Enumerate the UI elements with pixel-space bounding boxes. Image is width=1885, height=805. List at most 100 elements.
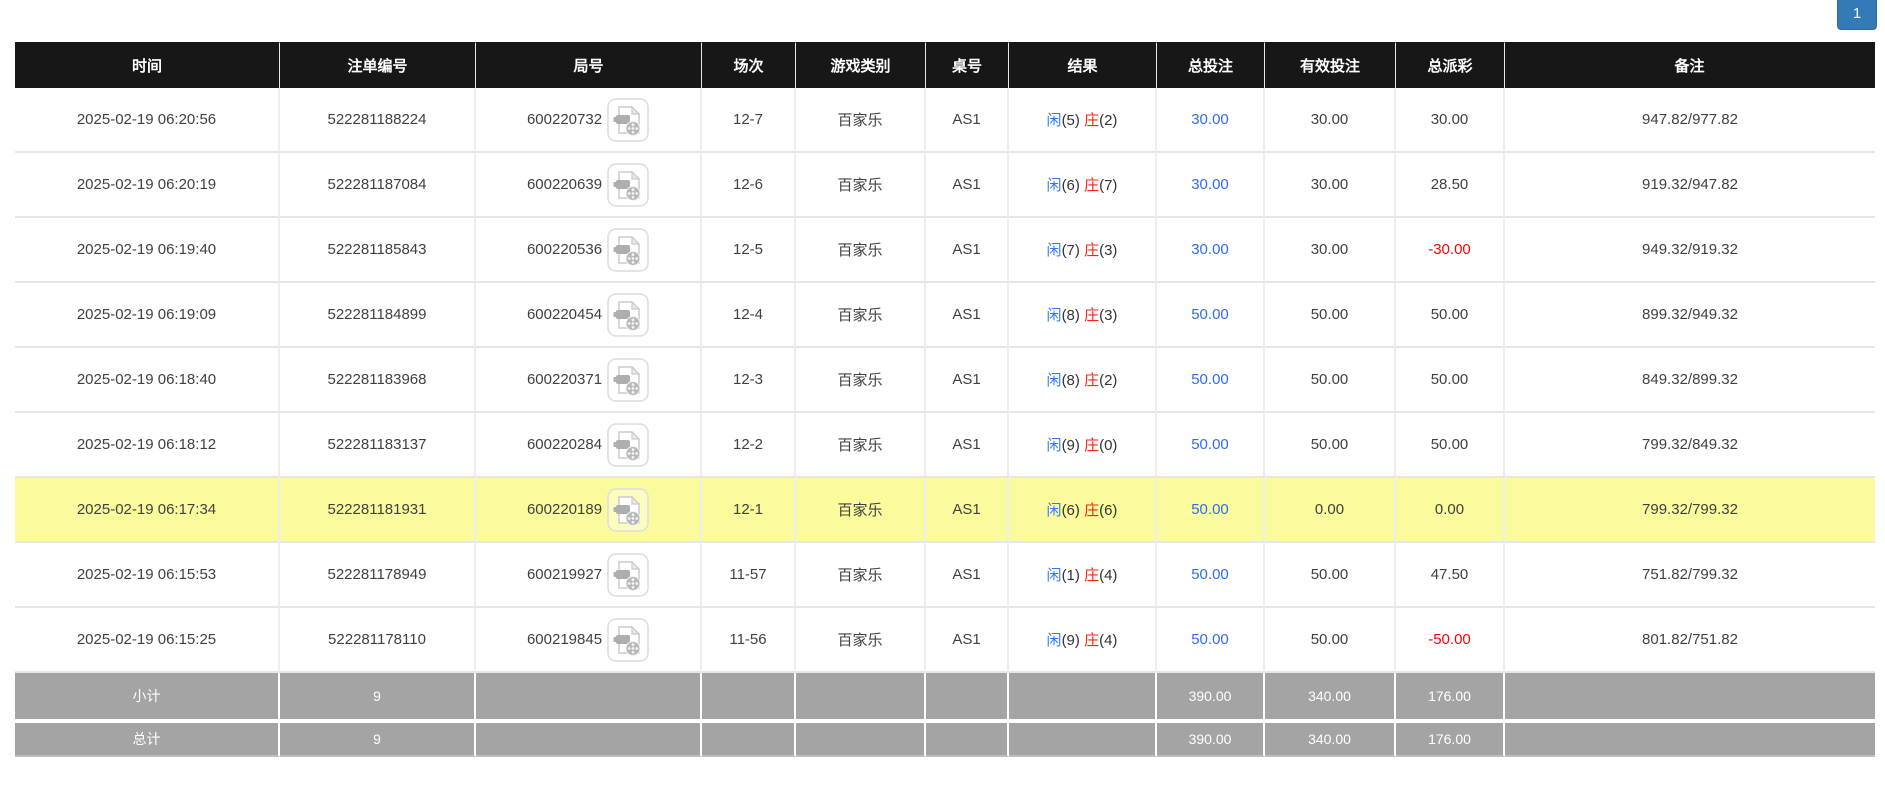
payout-value: -30.00: [1428, 241, 1471, 258]
time-cell: 2025-02-19 06:20:56: [15, 88, 280, 153]
valid-bet-cell: 30.00: [1265, 153, 1396, 218]
result-player-points: (9): [1061, 437, 1080, 454]
summary-total-bet: 390.00: [1157, 719, 1265, 757]
col-round-no: 局号: [476, 42, 702, 88]
table-row: 2025-02-19 06:15:53 522281178949 6002199…: [15, 543, 1875, 608]
total-bet-link[interactable]: 50.00: [1191, 371, 1229, 388]
result-player-points: (9): [1061, 632, 1080, 649]
time-cell: 2025-02-19 06:18:40: [15, 348, 280, 413]
result-player-points: (8): [1061, 307, 1080, 324]
result-banker-label: 庄: [1084, 567, 1100, 584]
result-banker-points: (2): [1099, 112, 1118, 129]
game-type-cell: 百家乐: [796, 543, 926, 608]
game-type-cell: 百家乐: [796, 608, 926, 673]
remark-cell: 799.32/849.32: [1505, 413, 1875, 478]
result-banker-label: 庄: [1084, 502, 1100, 519]
total-bet-link[interactable]: 30.00: [1191, 176, 1229, 193]
round-no-cell: 600220732: [476, 88, 702, 153]
remark-cell: 919.32/947.82: [1505, 153, 1875, 218]
table-no-cell: AS1: [926, 478, 1009, 543]
round-no-cell: 600220454: [476, 283, 702, 348]
total-bet-cell: 50.00: [1157, 478, 1265, 543]
valid-bet-cell: 30.00: [1265, 88, 1396, 153]
total-bet-link[interactable]: 30.00: [1191, 111, 1229, 128]
payout-cell: 50.00: [1396, 283, 1505, 348]
video-playback-icon[interactable]: [607, 162, 649, 207]
game-type-cell: 百家乐: [796, 348, 926, 413]
total-bet-link[interactable]: 50.00: [1191, 436, 1229, 453]
bet-no-cell: 522281183137: [280, 413, 476, 478]
valid-bet-cell: 50.00: [1265, 543, 1396, 608]
session-cell: 12-5: [702, 218, 796, 283]
valid-bet-cell: 50.00: [1265, 608, 1396, 673]
col-valid-bet: 有效投注: [1265, 42, 1396, 88]
result-cell: 闲(9) 庄(4): [1009, 608, 1157, 673]
total-bet-link[interactable]: 50.00: [1191, 501, 1229, 518]
session-cell: 11-57: [702, 543, 796, 608]
time-cell: 2025-02-19 06:19:09: [15, 283, 280, 348]
payout-value: -50.00: [1428, 631, 1471, 648]
result-player-label: 闲: [1046, 177, 1062, 194]
payout-value: 50.00: [1430, 436, 1469, 453]
video-playback-icon[interactable]: [607, 97, 649, 142]
summary-row: 小计 9 390.00 340.00 176.00: [15, 673, 1875, 719]
payout-cell: 30.00: [1396, 88, 1505, 153]
payout-value: 30.00: [1430, 111, 1469, 128]
pagination-page-1[interactable]: 1: [1837, 0, 1877, 30]
round-no-text: 600220371: [526, 371, 603, 388]
total-bet-cell: 30.00: [1157, 218, 1265, 283]
col-payout: 总派彩: [1396, 42, 1505, 88]
valid-bet-cell: 0.00: [1265, 478, 1396, 543]
total-bet-cell: 30.00: [1157, 88, 1265, 153]
table-row: 2025-02-19 06:17:34 522281181931 6002201…: [15, 478, 1875, 543]
total-bet-link[interactable]: 30.00: [1191, 241, 1229, 258]
result-cell: 闲(9) 庄(0): [1009, 413, 1157, 478]
table-no-cell: AS1: [926, 218, 1009, 283]
remark-cell: 799.32/799.32: [1505, 478, 1875, 543]
game-type-cell: 百家乐: [796, 283, 926, 348]
video-playback-icon[interactable]: [607, 292, 649, 337]
result-cell: 闲(1) 庄(4): [1009, 543, 1157, 608]
result-banker-label: 庄: [1084, 437, 1100, 454]
video-playback-icon[interactable]: [607, 487, 649, 532]
total-bet-link[interactable]: 50.00: [1191, 631, 1229, 648]
table-no-cell: AS1: [926, 283, 1009, 348]
video-playback-icon[interactable]: [607, 227, 649, 272]
result-banker-label: 庄: [1084, 177, 1100, 194]
table-no-cell: AS1: [926, 348, 1009, 413]
result-player-label: 闲: [1046, 112, 1062, 129]
time-cell: 2025-02-19 06:17:34: [15, 478, 280, 543]
game-type-cell: 百家乐: [796, 218, 926, 283]
result-cell: 闲(7) 庄(3): [1009, 218, 1157, 283]
remark-cell: 947.82/977.82: [1505, 88, 1875, 153]
round-no-cell: 600220639: [476, 153, 702, 218]
round-no-text: 600220284: [526, 436, 603, 453]
result-player-label: 闲: [1046, 502, 1062, 519]
video-playback-icon[interactable]: [607, 617, 649, 662]
total-bet-cell: 50.00: [1157, 413, 1265, 478]
bet-no-cell: 522281178949: [280, 543, 476, 608]
total-bet-link[interactable]: 50.00: [1191, 306, 1229, 323]
total-bet-link[interactable]: 50.00: [1191, 566, 1229, 583]
result-banker-label: 庄: [1084, 307, 1100, 324]
video-playback-icon[interactable]: [607, 422, 649, 467]
remark-cell: 801.82/751.82: [1505, 608, 1875, 673]
result-player-points: (6): [1061, 502, 1080, 519]
bet-no-cell: 522281178110: [280, 608, 476, 673]
payout-cell: 50.00: [1396, 413, 1505, 478]
payout-cell: 0.00: [1396, 478, 1505, 543]
round-no-text: 600220189: [526, 501, 603, 518]
video-playback-icon[interactable]: [607, 552, 649, 597]
session-cell: 12-7: [702, 88, 796, 153]
summary-valid-bet: 340.00: [1265, 673, 1396, 719]
bet-no-cell: 522281181931: [280, 478, 476, 543]
total-bet-cell: 30.00: [1157, 153, 1265, 218]
result-cell: 闲(5) 庄(2): [1009, 88, 1157, 153]
result-banker-points: (7): [1099, 177, 1118, 194]
table-row: 2025-02-19 06:20:19 522281187084 6002206…: [15, 153, 1875, 218]
bet-no-cell: 522281184899: [280, 283, 476, 348]
valid-bet-cell: 50.00: [1265, 283, 1396, 348]
video-playback-icon[interactable]: [607, 357, 649, 402]
col-game-type: 游戏类别: [796, 42, 926, 88]
bet-no-cell: 522281185843: [280, 218, 476, 283]
